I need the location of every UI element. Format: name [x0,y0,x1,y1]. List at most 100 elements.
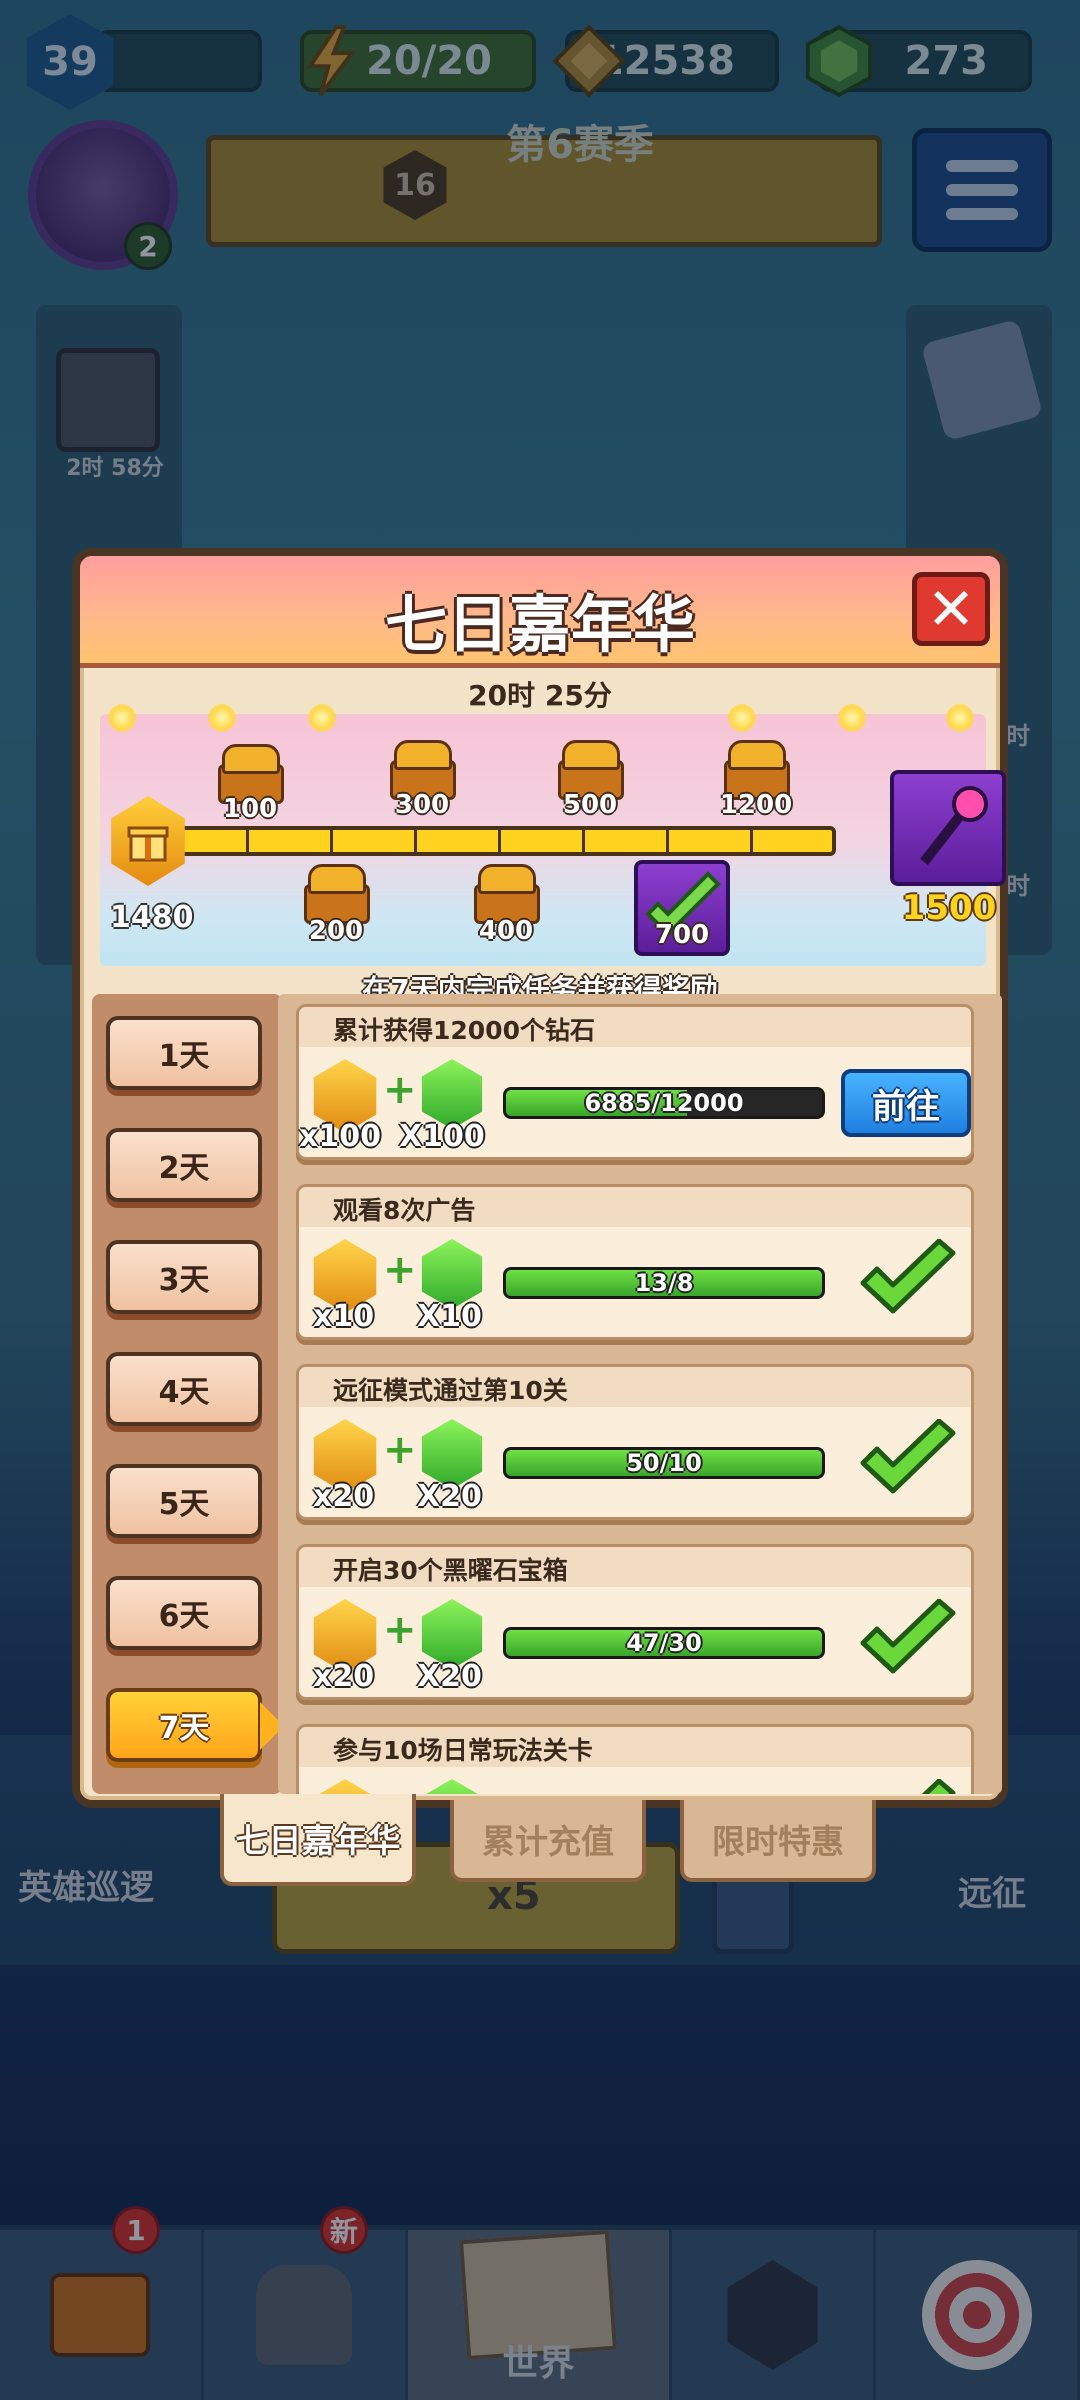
plus-icon: + [383,1067,417,1113]
gift-reward-qty: x20 [313,1659,375,1694]
task-progress-text: 13/8 [634,1269,694,1297]
expedition-label[interactable]: 远征 [958,1866,1026,1915]
close-icon: ✕ [926,575,976,643]
armor-nav-icon [256,2265,353,2365]
menu-button[interactable] [912,128,1052,252]
progress-gift-icon [111,796,185,886]
milestone-label: 200 [308,916,364,946]
nav-target[interactable] [876,2230,1080,2400]
glow-dot [728,704,756,732]
tab-cumulative-recharge[interactable]: 累计充值 [450,1800,646,1882]
gem-reward-qty: X20 [417,1479,482,1514]
hero-patrol-label[interactable]: 英雄巡逻 [18,1860,154,1909]
final-reward-staff[interactable] [890,770,1006,886]
world-nav-label: 世界 [502,2343,575,2384]
task-progress-bar: 50/10 [503,1447,825,1479]
go-button[interactable]: 前往 [841,1069,971,1137]
progress-tick [414,830,417,852]
glow-dot [838,704,866,732]
milestone-chest[interactable] [304,864,370,924]
chest-lid [222,744,280,774]
task-card: 累计获得12000个钻石 + x100 X100 6885/12000 前往 [296,1004,974,1160]
task-title: 观看8次广告 [333,1196,476,1225]
milestone-label: 400 [478,916,534,946]
task-progress-bar: 6885/12000 [503,1087,825,1119]
completed-check-icon [860,1599,956,1674]
gift-reward-qty: x10 [313,1299,375,1334]
tab-seven-day-carnival[interactable]: 七日嘉年华 [220,1794,416,1886]
day-tab-6[interactable]: 6天 [106,1576,262,1650]
glow-dot [208,704,236,732]
gem-value: 273 [904,38,989,84]
day-tab-7[interactable]: 7天 [106,1688,284,1762]
gift-reward-icon [313,1779,377,1794]
lightning-icon [306,25,356,96]
menu-line-icon [946,184,1018,196]
progress-tick [666,830,669,852]
task-progress-text: 6885/12000 [584,1089,744,1117]
milestone-label: 300 [394,790,450,820]
close-button[interactable]: ✕ [912,572,990,646]
glow-dot [308,704,336,732]
progress-tick [750,830,753,852]
milestone-label: 100 [222,794,278,824]
progress-points: 1480 [110,900,194,935]
milestone-label: 500 [562,790,618,820]
task-card: 参与10场日常玩法关卡 + [296,1724,974,1794]
level-badge[interactable]: 39 [26,14,114,110]
day-tab-1[interactable]: 1天 [106,1016,262,1090]
energy-value: 20/20 [366,38,492,84]
day-tab-5[interactable]: 5天 [106,1464,262,1538]
left-event-icon[interactable] [56,348,160,452]
task-card: 远征模式通过第10关 + x20 X20 50/10 [296,1364,974,1520]
tab-limited-offer[interactable]: 限时特惠 [680,1800,876,1882]
day-tab-4[interactable]: 4天 [106,1352,262,1426]
nav-armor[interactable]: 新 [204,2206,408,2400]
task-list[interactable]: 累计获得12000个钻石 + x100 X100 6885/12000 前往 观… [278,994,1002,1794]
gem-reward-qty: X20 [417,1659,482,1694]
glow-dot [946,704,974,732]
milestone-banner: 1480 100 300 500 1200 200 400 700 1500 [100,704,1006,966]
xp-bar [96,30,262,92]
magic-staff-icon [920,786,988,866]
avatar-level-badge: 2 [124,222,172,270]
modal-header: 七日嘉年华 ✕ [80,556,1000,668]
task-progress-bar: 47/30 [503,1627,825,1659]
task-title: 开启30个黑曜石宝箱 [333,1556,568,1585]
target-icon [921,2260,1032,2370]
completed-check-icon [860,1239,956,1314]
task-progress-text: 50/10 [626,1449,702,1477]
gem-reward-qty: X100 [399,1119,485,1154]
coin-icon [552,24,626,98]
day-sidebar: 1天 2天 3天 4天 5天 6天 7天 [92,994,284,1794]
plus-icon: + [383,1607,417,1653]
task-progress-text: 47/30 [626,1629,702,1657]
season-title: 第6赛季 [506,122,654,168]
nav-world[interactable]: 世界 [407,2229,673,2400]
milestone-chest[interactable] [474,864,540,924]
plus-icon: + [383,1787,417,1794]
carnival-modal: 七日嘉年华 ✕ 20时 25分 1480 100 300 500 1200 20… [72,548,1008,1886]
progress-tick [246,830,249,852]
nav-upgrade[interactable] [672,2230,877,2400]
day-tab-2[interactable]: 2天 [106,1128,262,1202]
day-tab-3[interactable]: 3天 [106,1240,262,1314]
nav-chest[interactable]: 1 [0,2206,204,2400]
chest-lid [478,864,536,894]
right-side-label-1: 时 [1006,722,1030,750]
upgrade-arrow-icon [727,2260,818,2370]
gift-box-icon [127,826,169,862]
milestone-label: 700 [654,920,710,950]
progress-tick [582,830,585,852]
menu-line-icon [946,160,1018,172]
milestone-label: 1200 [719,790,793,820]
chest-notification-badge: 1 [112,2206,160,2254]
task-card: 观看8次广告 + x10 X10 13/8 [296,1184,974,1340]
chest-nav-icon [50,2273,151,2357]
milestone-progress-bar [178,826,836,856]
left-event-timer: 2时 58分 [66,456,164,481]
bottom-nav: 1 新 世界 [0,2206,1080,2400]
glow-dot [108,704,136,732]
gift-reward-qty: x100 [299,1119,381,1154]
gift-reward-qty: x20 [313,1479,375,1514]
